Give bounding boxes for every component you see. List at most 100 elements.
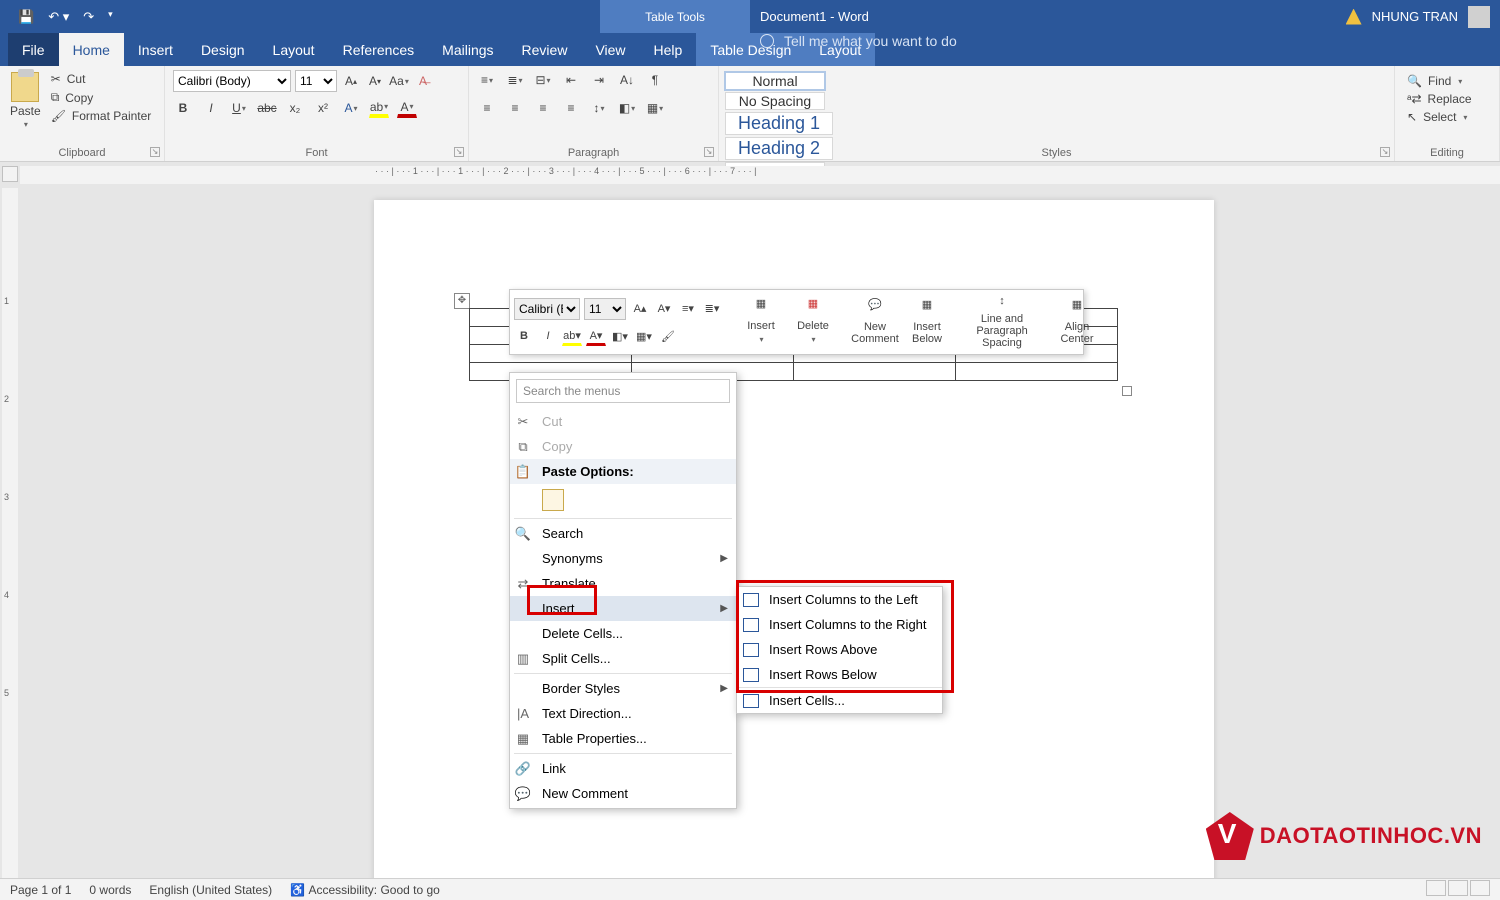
vertical-ruler[interactable]: 1 2 3 4 5 bbox=[2, 188, 18, 878]
subscript-button[interactable]: x₂ bbox=[285, 98, 305, 118]
align-left-icon[interactable]: ≡ bbox=[477, 98, 497, 118]
save-icon[interactable]: 💾 bbox=[18, 9, 34, 25]
text-effects-icon[interactable]: A▾ bbox=[341, 98, 361, 118]
mini-shading-icon[interactable]: ◧▾ bbox=[610, 326, 630, 346]
clear-formatting-icon[interactable]: A̶ bbox=[413, 71, 433, 91]
tab-home[interactable]: Home bbox=[59, 33, 124, 66]
bullets-icon[interactable]: ≡▾ bbox=[477, 70, 497, 90]
submenu-cols-right[interactable]: Insert Columns to the Right bbox=[737, 612, 942, 637]
italic-button[interactable]: I bbox=[201, 98, 221, 118]
underline-button[interactable]: U▾ bbox=[229, 98, 249, 118]
mini-grow-font-icon[interactable]: A▴ bbox=[630, 298, 650, 318]
increase-indent-icon[interactable]: ⇥ bbox=[589, 70, 609, 90]
mini-highlight-icon[interactable]: ab▾ bbox=[562, 326, 582, 346]
menu-search[interactable]: 🔍Search bbox=[510, 521, 736, 546]
paragraph-launcher-icon[interactable]: ↘ bbox=[704, 147, 714, 157]
style-heading-1[interactable]: Heading 1 bbox=[725, 112, 833, 135]
styles-launcher-icon[interactable]: ↘ bbox=[1380, 147, 1390, 157]
status-page[interactable]: Page 1 of 1 bbox=[10, 883, 71, 897]
clipboard-launcher-icon[interactable]: ↘ bbox=[150, 147, 160, 157]
font-color-icon[interactable]: A▾ bbox=[397, 98, 417, 118]
numbering-icon[interactable]: ≣▾ bbox=[505, 70, 525, 90]
menu-text-direction[interactable]: |AText Direction... bbox=[510, 701, 736, 726]
tab-view[interactable]: View bbox=[581, 33, 639, 66]
user-avatar-icon[interactable] bbox=[1468, 6, 1490, 28]
format-painter-button[interactable]: 🖌Format Painter bbox=[47, 107, 156, 125]
decrease-indent-icon[interactable]: ⇤ bbox=[561, 70, 581, 90]
mini-insert-button[interactable]: ▦Insert▾ bbox=[738, 293, 784, 351]
menu-split-cells[interactable]: ▥Split Cells... bbox=[510, 646, 736, 671]
align-center-icon[interactable]: ≡ bbox=[505, 98, 525, 118]
mini-new-comment-button[interactable]: 💬New Comment bbox=[852, 293, 898, 351]
mini-size-select[interactable]: 11 bbox=[584, 298, 626, 320]
bold-button[interactable]: B bbox=[173, 98, 193, 118]
table-move-handle-icon[interactable]: ✥ bbox=[454, 293, 470, 309]
shrink-font-icon[interactable]: A▾ bbox=[365, 71, 385, 91]
menu-table-properties[interactable]: ▦Table Properties... bbox=[510, 726, 736, 751]
tab-layout[interactable]: Layout bbox=[259, 33, 329, 66]
multilevel-list-icon[interactable]: ⊟▾ bbox=[533, 70, 553, 90]
tab-design[interactable]: Design bbox=[187, 33, 259, 66]
menu-link[interactable]: 🔗Link bbox=[510, 756, 736, 781]
align-right-icon[interactable]: ≡ bbox=[533, 98, 553, 118]
undo-icon[interactable]: ↶ ▾ bbox=[48, 9, 69, 25]
font-size-select[interactable]: 11 bbox=[295, 70, 337, 92]
horizontal-ruler[interactable]: · · · | · · · 1 · · · | · · · 1 · · · | … bbox=[20, 166, 1500, 184]
menu-delete-cells[interactable]: Delete Cells... bbox=[510, 621, 736, 646]
web-layout-icon[interactable] bbox=[1470, 880, 1490, 896]
mini-shrink-font-icon[interactable]: A▾ bbox=[654, 298, 674, 318]
mini-bullets-icon[interactable]: ≡▾ bbox=[678, 298, 698, 318]
borders-icon[interactable]: ▦▾ bbox=[645, 98, 665, 118]
warning-icon[interactable] bbox=[1346, 9, 1362, 25]
change-case-icon[interactable]: Aa▾ bbox=[389, 71, 409, 91]
menu-synonyms[interactable]: Synonyms▶ bbox=[510, 546, 736, 571]
highlight-icon[interactable]: ab▾ bbox=[369, 98, 389, 118]
tab-mailings[interactable]: Mailings bbox=[428, 33, 507, 66]
cut-button[interactable]: ✂Cut bbox=[47, 70, 156, 88]
print-layout-icon[interactable] bbox=[1448, 880, 1468, 896]
mini-bold-button[interactable]: B bbox=[514, 326, 534, 346]
redo-icon[interactable]: ↷ bbox=[83, 9, 94, 25]
line-spacing-icon[interactable]: ↕▾ bbox=[589, 98, 609, 118]
find-button[interactable]: 🔍Find▾ bbox=[1403, 72, 1491, 90]
status-language[interactable]: English (United States) bbox=[149, 883, 272, 897]
mini-font-color-icon[interactable]: A▾ bbox=[586, 326, 606, 346]
submenu-rows-above[interactable]: Insert Rows Above bbox=[737, 637, 942, 662]
tab-help[interactable]: Help bbox=[640, 33, 697, 66]
table-resize-handle-icon[interactable] bbox=[1122, 386, 1132, 396]
paste-button[interactable]: Paste ▾ bbox=[8, 70, 43, 131]
tab-file[interactable]: File bbox=[8, 33, 59, 66]
style-no-spacing[interactable]: No Spacing bbox=[725, 92, 825, 110]
menu-copy[interactable]: ⧉Copy bbox=[510, 434, 736, 459]
submenu-rows-below[interactable]: Insert Rows Below bbox=[737, 662, 942, 687]
superscript-button[interactable]: x² bbox=[313, 98, 333, 118]
mini-font-select[interactable]: Calibri (B bbox=[514, 298, 580, 320]
mini-italic-button[interactable]: I bbox=[538, 326, 558, 346]
read-mode-icon[interactable] bbox=[1426, 880, 1446, 896]
select-button[interactable]: ↖Select▾ bbox=[1403, 108, 1491, 126]
tab-insert[interactable]: Insert bbox=[124, 33, 187, 66]
show-marks-icon[interactable]: ¶ bbox=[645, 70, 665, 90]
status-words[interactable]: 0 words bbox=[89, 883, 131, 897]
menu-search-input[interactable]: Search the menus bbox=[516, 379, 730, 403]
submenu-insert-cells[interactable]: Insert Cells... bbox=[737, 688, 942, 713]
grow-font-icon[interactable]: A▴ bbox=[341, 71, 361, 91]
tab-review[interactable]: Review bbox=[508, 33, 582, 66]
menu-cut[interactable]: ✂Cut bbox=[510, 409, 736, 434]
mini-line-spacing-button[interactable]: ↕Line and Paragraph Spacing bbox=[956, 293, 1048, 351]
qat-customize-icon[interactable]: ▾ bbox=[108, 9, 113, 25]
tab-references[interactable]: References bbox=[329, 33, 429, 66]
justify-icon[interactable]: ≡ bbox=[561, 98, 581, 118]
font-name-select[interactable]: Calibri (Body) bbox=[173, 70, 291, 92]
menu-insert[interactable]: Insert▶ bbox=[510, 596, 736, 621]
status-accessibility[interactable]: ♿ Accessibility: Good to go bbox=[290, 883, 440, 897]
mini-borders-icon[interactable]: ▦▾ bbox=[634, 326, 654, 346]
tell-me-search[interactable]: Tell me what you want to do bbox=[760, 33, 957, 49]
mini-delete-button[interactable]: ▦Delete▾ bbox=[790, 293, 836, 351]
menu-translate[interactable]: ⇄Translate bbox=[510, 571, 736, 596]
copy-button[interactable]: ⧉Copy bbox=[47, 88, 156, 107]
strikethrough-button[interactable]: abc bbox=[257, 98, 277, 118]
mini-format-painter-icon[interactable]: 🖌 bbox=[658, 326, 678, 346]
ruler-corner[interactable] bbox=[2, 166, 18, 182]
submenu-cols-left[interactable]: Insert Columns to the Left bbox=[737, 587, 942, 612]
